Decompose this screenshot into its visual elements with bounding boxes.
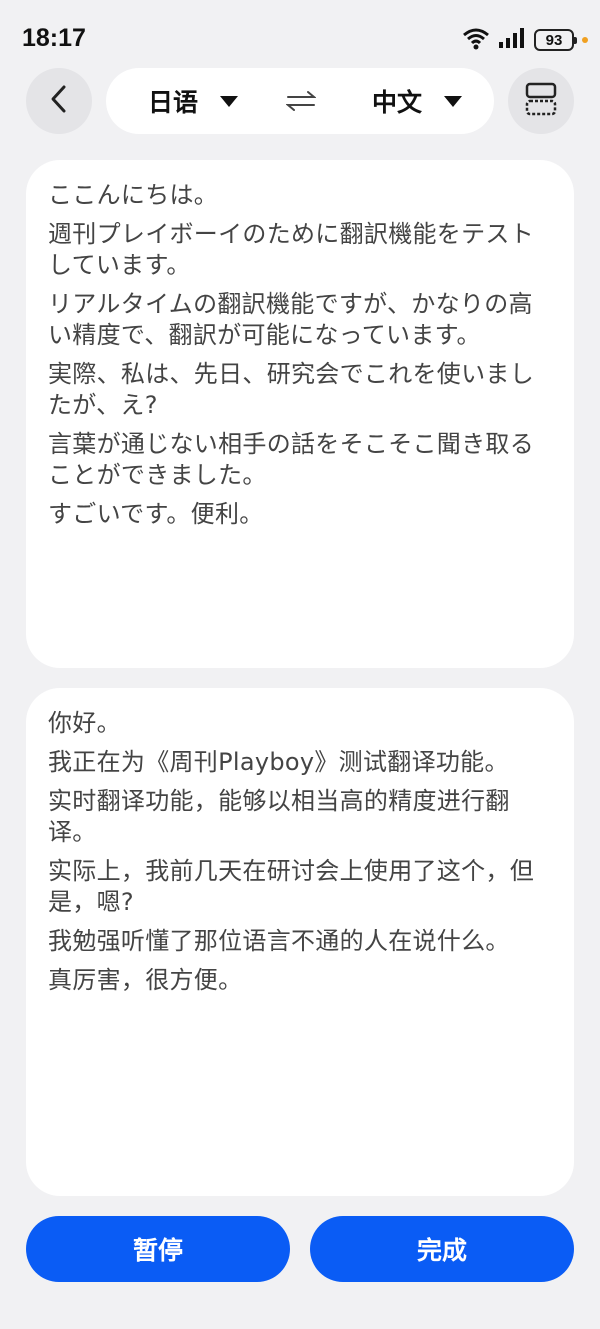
source-language-label: 日语: [148, 88, 199, 117]
translation-paragraph: 我正在为《周刊Playboy》测试翻译功能。: [48, 748, 509, 776]
source-paragraph: リアルタイムの翻訳機能ですが、かなりの高い精度で、翻訳が可能になっています。: [48, 290, 533, 349]
translation-paragraph: 实时翻译功能，能够以相当高的精度进行翻译。: [48, 787, 510, 846]
translation-paragraph: 你好。: [48, 709, 121, 737]
chevron-down-icon: [444, 95, 463, 107]
chevron-down-icon: [220, 95, 239, 107]
source-paragraph: 週刊プレイボーイのために翻訳機能をテストしています。: [48, 220, 534, 279]
source-paragraph: ここんにちは。: [48, 181, 219, 209]
target-language-dropdown[interactable]: 中文: [372, 68, 463, 134]
source-paragraph: すごいです。便利。: [48, 500, 264, 528]
source-paragraph: 言葉が通じない相手の話をそこそこ聞き取ることができました。: [48, 430, 534, 489]
battery-icon: 93: [534, 29, 577, 51]
status-icons: 93: [462, 26, 588, 54]
target-language-label: 中文: [372, 88, 423, 117]
clock: 18:17: [22, 24, 86, 52]
translation-paragraph: 实际上，我前几天在研讨会上使用了这个，但是，嗯?: [48, 857, 534, 916]
translation-text-panel[interactable]: 你好。 我正在为《周刊Playboy》测试翻译功能。 实时翻译功能，能够以相当高…: [26, 688, 574, 1196]
wifi-icon: [462, 26, 490, 54]
pause-button[interactable]: 暂停: [26, 1216, 290, 1282]
translation-paragraph: 真厉害，很方便。: [48, 966, 243, 994]
source-language-dropdown[interactable]: 日语: [148, 68, 239, 134]
battery-level: 93: [545, 31, 563, 49]
done-button[interactable]: 完成: [310, 1216, 574, 1282]
language-selector: 日语 中文: [106, 68, 494, 134]
charging-indicator-icon: [582, 37, 588, 43]
translation-paragraph: 我勉强听懂了那位语言不通的人在说什么。: [48, 927, 510, 955]
back-button[interactable]: [26, 68, 92, 134]
source-paragraph: 実際、私は、先日、研究会でこれを使いましたが、え?: [48, 360, 534, 419]
source-text-panel[interactable]: ここんにちは。 週刊プレイボーイのために翻訳機能をテストしています。 リアルタイ…: [26, 160, 574, 668]
back-arrow-icon: [48, 84, 70, 118]
split-layout-icon: [525, 82, 557, 120]
layout-toggle-button[interactable]: [508, 68, 574, 134]
signal-icon: [498, 27, 526, 53]
status-bar: 18:17 93: [0, 0, 600, 78]
swap-icon[interactable]: [285, 88, 317, 118]
